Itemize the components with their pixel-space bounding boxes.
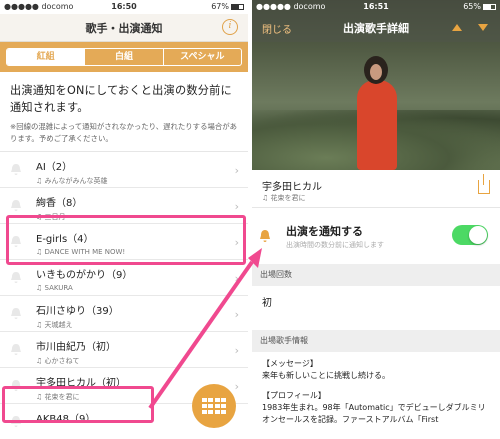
nav-bar: 歌手・出演通知 i (0, 14, 248, 42)
song-title: ♫ 天城越え (36, 321, 73, 329)
share-icon[interactable] (478, 174, 490, 194)
artist-name: 宇多田ヒカル (262, 182, 322, 193)
list-item[interactable]: 市川由紀乃（初） ♫ 心かさねて › (0, 332, 248, 368)
count-section-header: 出場回数 (252, 264, 500, 286)
song-title: ♫ 心かさねて (36, 357, 80, 365)
status-bar: ●●●●● docomo 16:51 65% (252, 0, 500, 14)
group-segmented-control: 紅組 白組 スペシャル (6, 48, 242, 66)
page-title: 歌手・出演通知 (85, 22, 163, 35)
next-arrow-icon[interactable] (478, 24, 488, 31)
list-item[interactable]: いきものがかり（9） ♫ SAKURA › (0, 260, 248, 296)
artist-name: 市川由紀乃（初） (36, 342, 116, 353)
notify-title: 出演を通知する (286, 225, 363, 238)
tab-red-group[interactable]: 紅組 (7, 49, 85, 65)
right-screen: ●●●●● docomo 16:51 65% 閉じる 出演歌手詳細 宇多田ヒカル… (252, 0, 500, 439)
page-title: 出演歌手詳細 (343, 22, 409, 35)
notify-subtitle: 出演時間の数分前に通知します (286, 241, 384, 249)
profile-label: 【プロフィール】 (262, 391, 326, 400)
previous-arrow-icon[interactable] (452, 24, 462, 31)
bell-icon[interactable] (9, 343, 23, 356)
status-bar: ●●●●● docomo 16:50 67% (0, 0, 248, 14)
chevron-right-icon: › (234, 308, 239, 321)
message-label: 【メッセージ】 (262, 359, 318, 368)
chevron-right-icon: › (234, 164, 239, 177)
battery-indicator: 65% (463, 0, 496, 14)
artist-header: 宇多田ヒカル ♫ 花束を君に (252, 170, 500, 208)
battery-icon (483, 3, 496, 10)
chevron-right-icon: › (234, 344, 239, 357)
list-item[interactable]: AI（2） ♫ みんながみんな英雄 › (0, 152, 248, 188)
chevron-right-icon: › (234, 380, 239, 393)
bell-icon[interactable] (9, 199, 23, 212)
tab-special[interactable]: スペシャル (162, 49, 241, 65)
list-item[interactable]: 石川さゆり（39） ♫ 天城越え › (0, 296, 248, 332)
highlight-box (6, 215, 246, 265)
chevron-right-icon: › (234, 272, 239, 285)
artist-name: AI（2） (36, 162, 73, 173)
grid-icon (202, 398, 226, 414)
grid-view-button[interactable] (192, 384, 236, 428)
bell-ringing-icon (260, 230, 270, 242)
highlight-box (2, 386, 154, 423)
tab-white-group[interactable]: 白組 (84, 49, 162, 65)
battery-percent: 67% (211, 2, 229, 11)
notify-setting: 出演を通知する 出演時間の数分前に通知します (252, 216, 500, 256)
battery-percent: 65% (463, 2, 481, 11)
song-title: ♫ 花束を君に (262, 194, 306, 202)
count-value: 初 (262, 298, 272, 309)
info-button[interactable]: i (222, 19, 238, 35)
nav-bar: 閉じる 出演歌手詳細 (252, 14, 500, 42)
group-tabs-bar: 紅組 白組 スペシャル (0, 42, 248, 72)
battery-indicator: 67% (211, 0, 244, 14)
notice-main-text: 出演通知をONにしておくと出演の数分前に通知されます。 (10, 84, 232, 114)
info-section-header: 出場歌手情報 (252, 330, 500, 352)
notify-toggle[interactable] (452, 225, 488, 245)
artist-info: 【メッセージ】来年も新しいことに挑戦し続ける。 【プロフィール】 1983年生まれ… (252, 352, 500, 439)
notice-panel: 出演通知をONにしておくと出演の数分前に通知されます。 ※回線の混雑によって通知… (0, 72, 248, 151)
song-title: ♫ みんながみんな英雄 (36, 177, 108, 185)
notice-sub-text: ※回線の混雑によって通知がされなかったり、遅れたりする場合があります。予めご了承… (10, 122, 238, 143)
chevron-right-icon: › (234, 200, 239, 213)
artist-name: 絢香（8） (36, 198, 83, 209)
song-title: ♫ SAKURA (36, 284, 73, 292)
battery-icon (231, 3, 244, 10)
bell-icon[interactable] (9, 307, 23, 320)
message-text: 来年も新しいことに挑戦し続ける。 (262, 371, 390, 380)
bell-icon[interactable] (9, 163, 23, 176)
artist-name: 石川さゆり（39） (36, 306, 119, 317)
profile-text: 1983年生まれ。98年「Automatic」でデビューしダブルミリオンセールス… (262, 403, 486, 424)
bell-icon[interactable] (9, 271, 23, 284)
